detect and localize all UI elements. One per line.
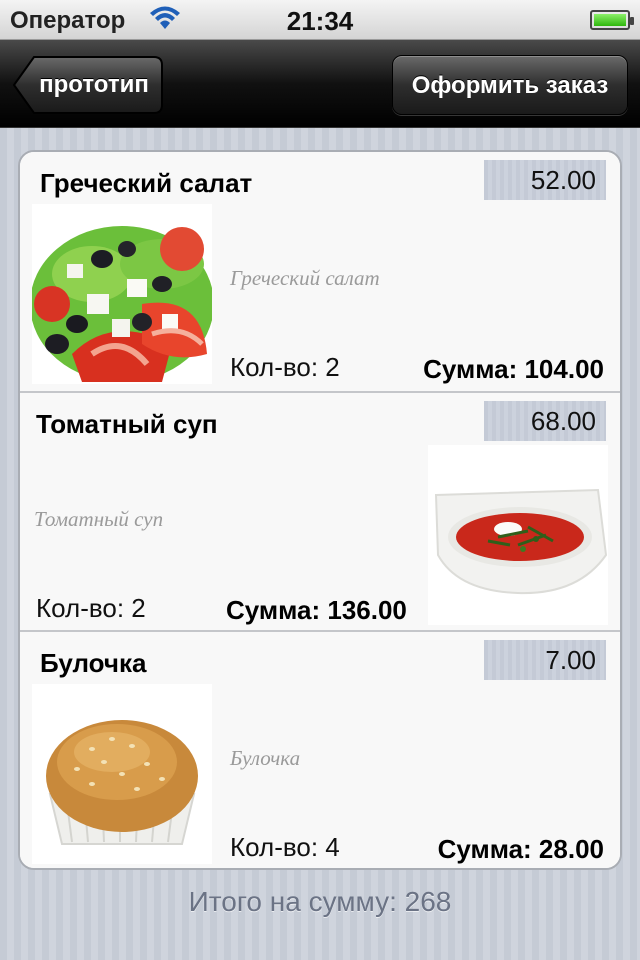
item-price: 52.00 [484,160,606,200]
item-price: 7.00 [484,640,606,680]
status-time: 21:34 [286,6,354,36]
item-quantity: Кол-во: 4 [230,832,340,862]
item-sum: Сумма: 136.00 [226,595,407,625]
item-name: Томатный суп [36,409,218,439]
back-button[interactable]: прототип [12,55,164,115]
place-order-label: Оформить заказ [411,72,609,99]
navigation-bar: прототип Оформить заказ [0,40,640,128]
item-description: Греческий салат [230,266,380,290]
list-item[interactable]: Булочка 7.00 Булочка Кол-во: 4 Сумма: 28… [20,630,620,868]
item-price: 68.00 [484,401,606,441]
tomato-soup-image [428,445,608,625]
item-sum: Сумма: 104.00 [423,354,604,384]
back-button-label: прототип [39,71,149,98]
item-name: Булочка [40,648,147,678]
status-bar: Оператор 21:34 [0,0,640,40]
item-sum: Сумма: 28.00 [437,834,604,864]
item-description: Булочка [230,746,301,770]
list-item[interactable]: Греческий салат 52.00 Греческий салат Ко… [20,152,620,391]
order-total: Итого на сумму: 268 [188,886,452,917]
order-list-area: Греческий салат 52.00 Греческий салат Ко… [0,128,640,960]
list-item[interactable]: Томатный суп 68.00 Томатный суп Кол-во: … [20,391,620,630]
place-order-button[interactable]: Оформить заказ [392,55,628,115]
item-quantity: Кол-во: 2 [230,352,340,382]
item-quantity: Кол-во: 2 [36,593,146,623]
greek-salad-image [32,204,212,384]
bun-image [32,684,212,864]
battery-icon [590,10,634,30]
item-name: Греческий салат [40,168,253,198]
order-list: Греческий салат 52.00 Греческий салат Ко… [18,150,622,870]
item-description: Томатный суп [34,507,164,531]
